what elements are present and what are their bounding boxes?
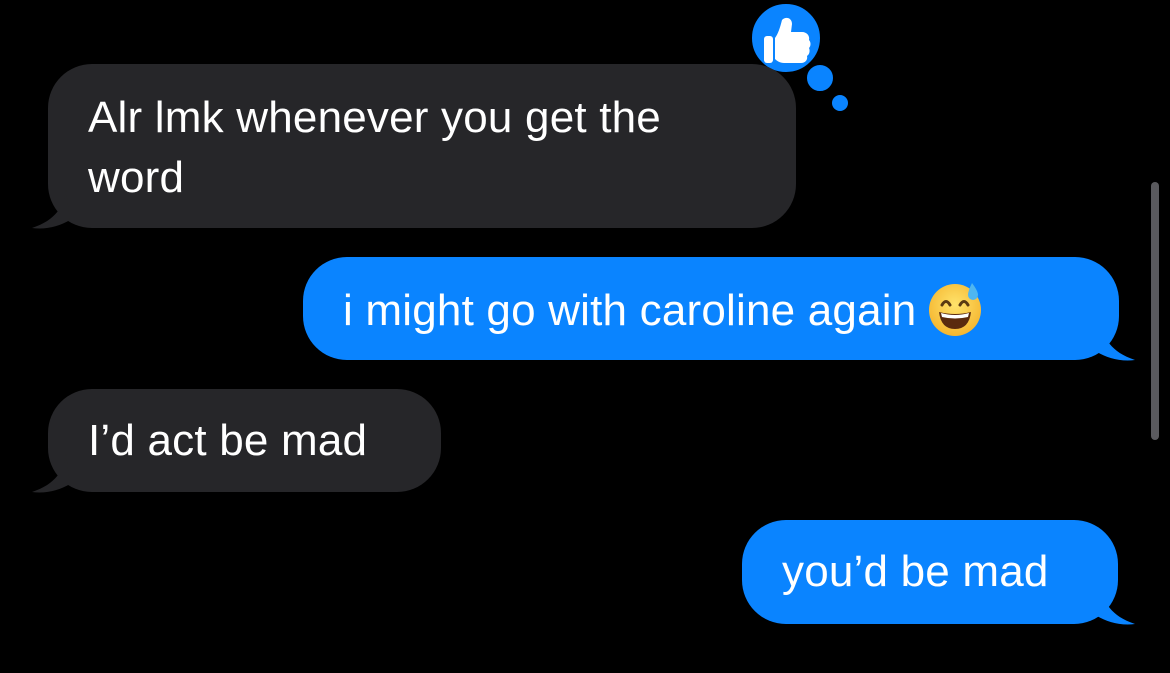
bubble-tail (1097, 322, 1137, 362)
message-text: Alr lmk whenever you get the word (88, 93, 661, 202)
received-message-bubble[interactable]: I’d act be mad (48, 389, 441, 492)
scrollbar[interactable] (1151, 182, 1159, 440)
bubble-tail (30, 454, 70, 494)
message-text: you’d be mad (782, 547, 1049, 596)
sent-message-bubble[interactable]: you’d be mad (742, 520, 1118, 624)
sent-message-bubble[interactable]: i might go with caroline again (303, 257, 1119, 360)
bubble-tail (1097, 586, 1137, 626)
message-thread: Alr lmk whenever you get the word i migh… (0, 0, 1170, 673)
received-message-bubble[interactable]: Alr lmk whenever you get the word (48, 64, 796, 228)
bubble-tail (30, 190, 70, 230)
message-text: I’d act be mad (88, 416, 368, 465)
message-text: i might go with caroline again (343, 286, 917, 335)
grinning-face-with-sweat-icon (926, 279, 984, 337)
